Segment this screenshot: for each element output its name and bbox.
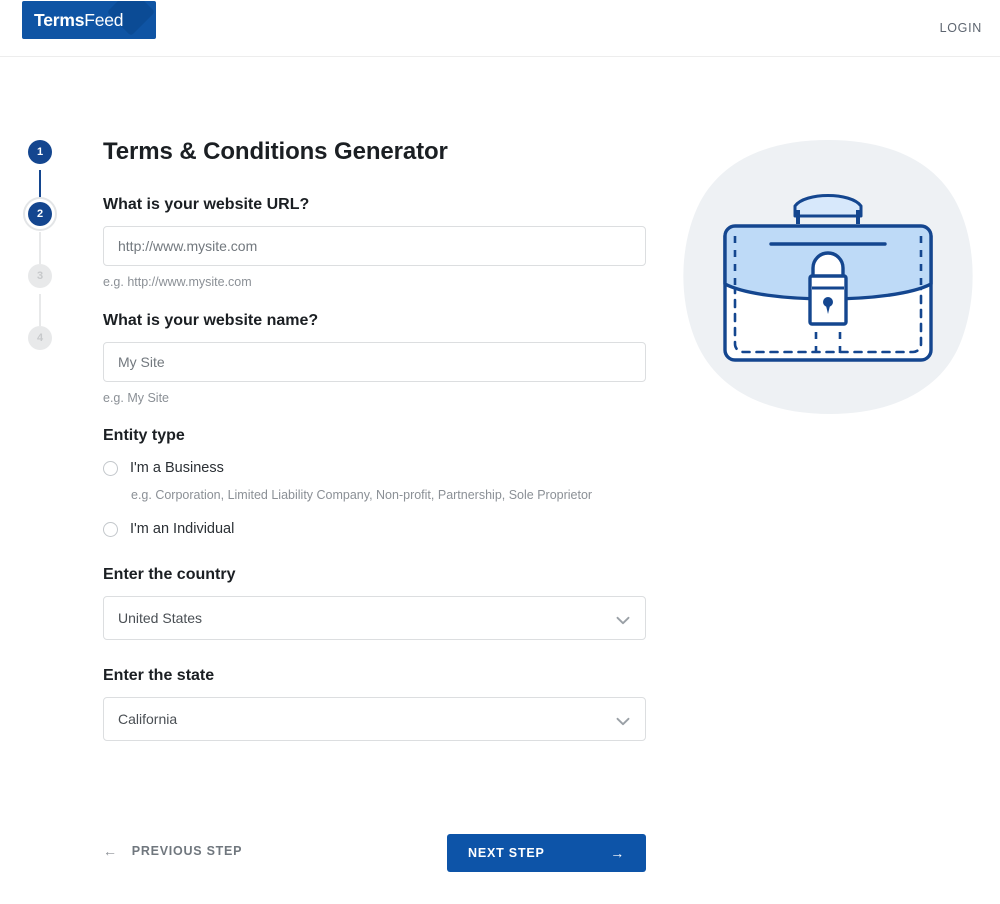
website-name-label: What is your website name? [103, 312, 648, 330]
stepper-connector-3-4 [39, 294, 41, 326]
country-label: Enter the country [103, 566, 648, 584]
state-label: Enter the state [103, 667, 648, 685]
stepper-step-1[interactable]: 1 [25, 140, 55, 170]
briefcase-handle [795, 196, 861, 217]
next-step-button[interactable]: NEXT STEP → [447, 834, 646, 872]
arrow-left-icon: ← [103, 844, 118, 858]
stepper-step-3-number: 3 [28, 264, 52, 288]
country-select[interactable]: United States [103, 596, 646, 640]
site-header: TermsFeed LOGIN [0, 0, 1000, 57]
stepper-step-4-number: 4 [28, 326, 52, 350]
logo-text-light: Feed [84, 10, 123, 30]
logo-text: TermsFeed [34, 10, 123, 30]
stepper-step-3[interactable]: 3 [25, 264, 55, 294]
form-actions: ← PREVIOUS STEP NEXT STEP → [103, 834, 646, 872]
stepper-connector-2-3 [39, 232, 41, 264]
next-step-label: NEXT STEP [468, 846, 545, 860]
entity-type-label: Entity type [103, 427, 648, 445]
entity-type-business-hint: e.g. Corporation, Limited Liability Comp… [131, 488, 648, 502]
previous-step-button[interactable]: ← PREVIOUS STEP [103, 844, 242, 858]
state-select[interactable]: California [103, 697, 646, 741]
generator-form: Terms & Conditions Generator What is you… [103, 138, 648, 741]
website-url-hint: e.g. http://www.mysite.com [103, 275, 648, 289]
entity-type-business-label: I'm a Business [130, 460, 224, 476]
arrow-right-icon: → [610, 846, 625, 860]
termsfeed-logo[interactable]: TermsFeed [22, 1, 156, 39]
page-title: Terms & Conditions Generator [103, 138, 648, 166]
stepper-step-1-number: 1 [28, 140, 52, 164]
lock-shackle [813, 253, 843, 278]
radio-individual-icon[interactable] [103, 522, 118, 537]
handle-leg-right [856, 210, 860, 224]
briefcase-illustration [673, 132, 983, 422]
country-select-wrap[interactable]: United States [103, 596, 646, 640]
state-select-wrap[interactable]: California [103, 697, 646, 741]
stepper-step-2-number: 2 [28, 202, 52, 226]
stepper-step-4[interactable]: 4 [25, 326, 55, 356]
entity-type-individual-label: I'm an Individual [130, 521, 234, 537]
stepper-step-2[interactable]: 2 [25, 202, 55, 232]
website-url-input[interactable] [103, 226, 646, 266]
website-name-input[interactable] [103, 342, 646, 382]
radio-business-icon[interactable] [103, 461, 118, 476]
login-link[interactable]: LOGIN [940, 21, 982, 35]
entity-type-option-individual[interactable]: I'm an Individual [103, 518, 648, 540]
logo-text-bold: Terms [34, 10, 84, 30]
progress-stepper: 1 2 3 4 [25, 140, 55, 356]
previous-step-label: PREVIOUS STEP [132, 844, 242, 858]
entity-type-option-business[interactable]: I'm a Business [103, 457, 648, 479]
website-url-label: What is your website URL? [103, 196, 648, 214]
handle-leg-left [796, 210, 800, 224]
website-name-hint: e.g. My Site [103, 391, 648, 405]
